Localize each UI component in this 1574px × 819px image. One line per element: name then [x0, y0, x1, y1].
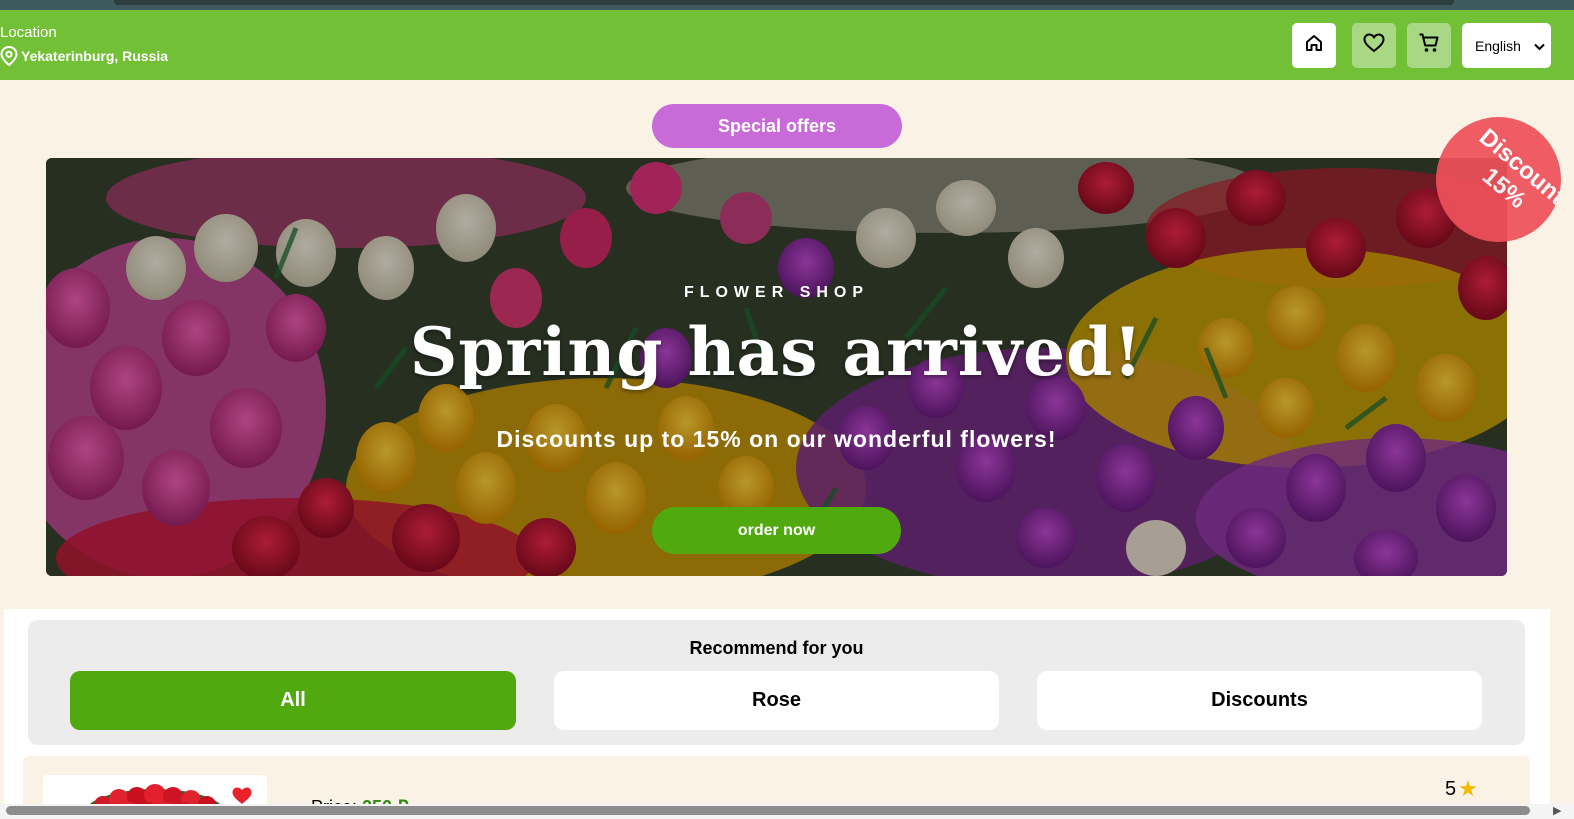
tab-discounts[interactable]: Discounts	[1037, 671, 1482, 730]
chevron-down-icon	[1534, 38, 1545, 54]
cart-button[interactable]	[1407, 23, 1451, 68]
scroll-right-arrow-icon[interactable]: ▶	[1553, 804, 1561, 817]
rating-value: 5	[1445, 777, 1457, 800]
map-pin-icon	[0, 46, 18, 66]
special-offers-button[interactable]: Special offers	[652, 104, 902, 148]
home-button[interactable]	[1292, 23, 1336, 68]
hero-headline: Spring has arrived!	[409, 313, 1144, 391]
site-header: Location Yekaterinburg, Russia English	[0, 10, 1574, 80]
favorites-button[interactable]	[1352, 23, 1396, 68]
recommend-panel: Recommend for you All Rose Discounts	[28, 620, 1525, 745]
tab-all[interactable]: All	[70, 671, 516, 730]
hero-banner: FLOWER SHOP Spring has arrived! Discount…	[46, 158, 1507, 576]
order-now-button[interactable]: order now	[652, 507, 901, 554]
hero-kicker: FLOWER SHOP	[683, 284, 870, 301]
horizontal-scrollbar[interactable]: ▶	[0, 804, 1574, 819]
browser-top-strip	[0, 0, 1574, 10]
recommend-title: Recommend for you	[689, 638, 864, 658]
language-select[interactable]: English	[1462, 23, 1551, 68]
tab-rose[interactable]: Rose	[554, 671, 999, 730]
product-rating: 5 ★	[1445, 776, 1478, 802]
top-scrollbar[interactable]	[114, 0, 1454, 5]
home-icon	[1304, 33, 1324, 58]
hero-subline: Discounts up to 15% on our wonderful flo…	[496, 426, 1057, 452]
heart-icon	[1363, 33, 1385, 58]
location-selector[interactable]: Yekaterinburg, Russia	[0, 46, 168, 66]
scrollbar-thumb[interactable]	[6, 806, 1530, 815]
cart-icon	[1418, 32, 1440, 59]
discount-badge-text: Discount 15%	[1474, 123, 1561, 215]
star-icon: ★	[1458, 776, 1478, 801]
location-city: Yekaterinburg, Russia	[21, 48, 169, 64]
discount-badge: Discount 15%	[1436, 117, 1561, 242]
location-label: Location	[0, 24, 57, 41]
language-value: English	[1475, 37, 1521, 54]
